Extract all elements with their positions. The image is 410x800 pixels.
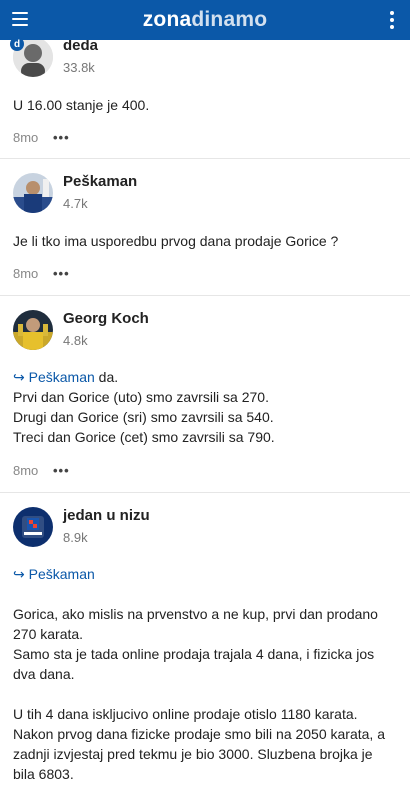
- comment-item: jedan u nizu 8.9k ↪ Peškaman Gorica, ako…: [0, 493, 410, 800]
- comment-user-points: 4.8k: [63, 333, 88, 348]
- reply-to-link[interactable]: ↪ Peškaman: [13, 369, 95, 385]
- top-app-bar: zonadinamo: [0, 0, 410, 40]
- comment-paragraph: Gorica, ako mislis na prvenstvo a ne kup…: [13, 606, 378, 642]
- comment-more-icon[interactable]: •••: [53, 266, 70, 281]
- comment-body: ↪ Peškaman Gorica, ako mislis na prvenst…: [13, 564, 398, 784]
- comment-item: Peškaman 4.7k Je li tko ima usporedbu pr…: [0, 159, 410, 295]
- comment-time: 8mo: [13, 266, 39, 281]
- reply-suffix-text: da.: [94, 369, 119, 385]
- logo-part-zona: zona: [142, 8, 192, 31]
- logo-part-dinamo: dinamo: [191, 8, 268, 31]
- user-badge: d: [10, 37, 24, 51]
- comment-line: Prvi dan Gorice (uto) smo zavrsili sa 27…: [13, 389, 269, 405]
- comment-body: Je li tko ima usporedbu prvog dana proda…: [13, 233, 339, 249]
- comment-more-icon[interactable]: •••: [53, 130, 70, 145]
- comment-more-icon[interactable]: •••: [53, 463, 70, 478]
- comment-username[interactable]: Peškaman: [63, 173, 137, 190]
- comment-line: Drugi dan Gorice (sri) smo zavrsili sa 5…: [13, 409, 274, 425]
- reply-to-link[interactable]: ↪ Peškaman: [13, 566, 95, 582]
- comment-item: Georg Koch 4.8k ↪ Peškaman da. Prvi dan …: [0, 296, 410, 492]
- comment-username[interactable]: Georg Koch: [63, 310, 149, 327]
- avatar[interactable]: [13, 310, 53, 350]
- comment-body: U 16.00 stanje je 400.: [13, 97, 150, 113]
- comment-time: 8mo: [13, 463, 39, 478]
- comment-paragraph: U tih 4 dana iskljucivo online prodaje o…: [13, 706, 385, 782]
- avatar[interactable]: [13, 507, 53, 547]
- site-logo[interactable]: zonadinamo: [143, 8, 268, 32]
- comment-paragraph: Samo sta je tada online prodaja trajala …: [13, 646, 375, 682]
- menu-icon[interactable]: [12, 12, 28, 26]
- avatar[interactable]: [13, 173, 53, 213]
- comment-body: ↪ Peškaman da. Prvi dan Gorice (uto) smo…: [13, 367, 398, 447]
- comment-user-points: 8.9k: [63, 530, 88, 545]
- comment-line: Treci dan Gorice (cet) smo zavrsili sa 7…: [13, 429, 275, 445]
- comment-time: 8mo: [13, 130, 39, 145]
- comment-user-points: 4.7k: [63, 196, 88, 211]
- comment-username[interactable]: jedan u nizu: [63, 507, 150, 524]
- comment-user-points: 33.8k: [63, 60, 95, 75]
- more-options-icon[interactable]: [390, 11, 394, 29]
